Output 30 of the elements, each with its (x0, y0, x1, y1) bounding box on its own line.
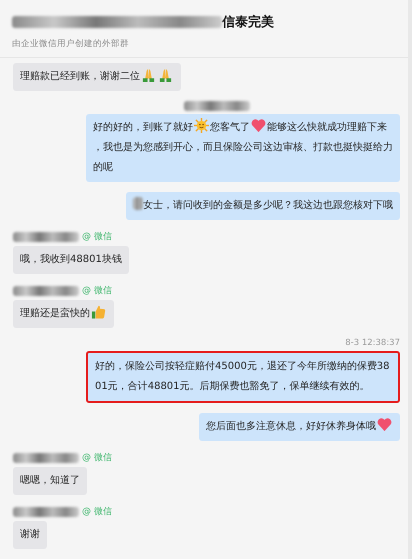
message-time: 8-3 12:38:37 (345, 338, 400, 348)
message-text: 能够这么快就成功理赔下来 (267, 122, 387, 133)
message-text: 哦，我收到48801块钱 (20, 254, 122, 265)
praying-hands-icon (141, 67, 156, 82)
message-text: 您后面也多注意休息，好好休养身体哦 (206, 421, 376, 432)
redacted-sender-name (13, 232, 79, 242)
message-text: 女士，请问收到的金额是多少呢？我这边也跟您核对下哦 (143, 200, 393, 211)
group-subtitle: 由企业微信用户创建的外部群 (12, 38, 130, 50)
message-text: 好的，保险公司按轻症赔付45000元，退还了今年所缴纳的保费3801元，合计48801元。后期保费也豁免了，保单继续有效的。 (95, 361, 390, 392)
message-text: 理赔款已经到账，谢谢二位 (20, 71, 140, 82)
thumbs-up-icon (91, 304, 106, 319)
message-text: 谢谢 (20, 529, 40, 540)
sender-app-label: @ 微信 (82, 284, 112, 297)
chat-title: 信泰完美 (222, 14, 274, 31)
praying-hands-icon (158, 67, 173, 82)
sender-app-label: @ 微信 (82, 506, 112, 518)
sender-app-label: @ 微信 (82, 230, 112, 243)
redacted-sender-name (13, 286, 79, 296)
redacted-name (133, 197, 143, 210)
redacted-sender-name (13, 452, 79, 462)
sender-app-label: @ 微信 (82, 452, 112, 464)
message-text: 理赔还是蛮快的 (20, 308, 90, 319)
heart-icon (251, 118, 266, 133)
message-text: ，我也是为您感到开心，而且保险公司这边审核、打款也挺快挺给力的呢 (93, 140, 393, 175)
redacted-sender-name (13, 506, 79, 516)
sun-icon (194, 118, 209, 133)
message-text: 您客气了 (210, 122, 250, 133)
message-text: 好的好的，到账了就好 (93, 122, 193, 133)
heart-icon (377, 417, 392, 432)
message-text: 嗯嗯，知道了 (20, 475, 80, 486)
